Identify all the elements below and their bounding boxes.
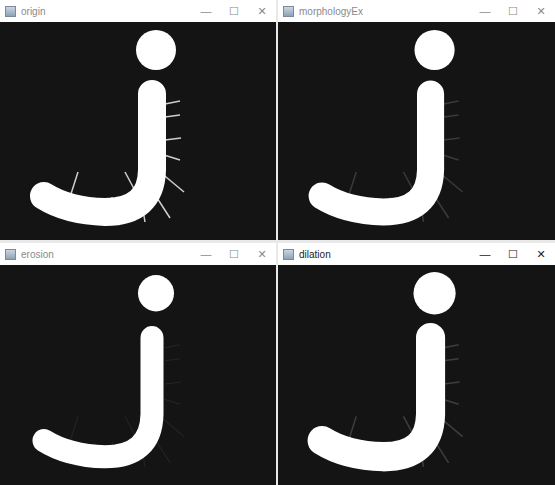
desktop: origin—☐✕morphologyEx—☐✕erosion—☐✕dilati… <box>0 0 555 485</box>
hair-line <box>164 399 180 404</box>
image-canvas <box>278 265 555 485</box>
hair-line <box>70 416 78 441</box>
window-control-button[interactable]: ☐ <box>220 243 248 265</box>
image-window[interactable]: erosion —☐✕ <box>0 243 276 485</box>
window-controls: —☐✕ <box>471 243 555 265</box>
hair-line <box>444 359 459 361</box>
window-icon <box>5 249 16 260</box>
window-control-button[interactable]: — <box>192 243 220 265</box>
image-window[interactable]: origin —☐✕ <box>0 0 276 240</box>
hair-line <box>165 382 181 384</box>
window-control-button[interactable]: ✕ <box>527 243 555 265</box>
title-bar[interactable]: morphologyEx —☐✕ <box>278 0 555 22</box>
hair-line <box>444 382 460 384</box>
hair-line <box>160 416 184 436</box>
window-icon <box>5 6 16 17</box>
window-control-button[interactable]: ☐ <box>499 243 527 265</box>
title-bar[interactable]: dilation —☐✕ <box>278 243 555 265</box>
image-window[interactable]: morphologyEx —☐✕ <box>278 0 555 240</box>
window-controls: —☐✕ <box>192 0 276 22</box>
window-control-button[interactable]: — <box>471 0 499 22</box>
window-title: erosion <box>21 249 187 260</box>
image-view <box>278 265 555 485</box>
window-title: morphologyEx <box>299 6 466 17</box>
window-control-button[interactable]: ✕ <box>248 243 276 265</box>
window-icon <box>283 6 294 17</box>
window-control-button[interactable]: ✕ <box>527 0 555 22</box>
window-control-button[interactable]: ☐ <box>220 0 248 22</box>
hair-line <box>443 155 459 160</box>
j-stroke <box>44 338 152 457</box>
title-bar[interactable]: origin —☐✕ <box>0 0 276 22</box>
image-view <box>0 265 276 485</box>
window-control-button[interactable]: ☐ <box>499 0 527 22</box>
image-canvas <box>278 22 555 240</box>
hair-line <box>444 115 459 117</box>
j-stroke <box>322 338 430 457</box>
hair-line <box>348 172 356 197</box>
window-icon <box>283 249 294 260</box>
hair-line <box>444 138 460 140</box>
hair-line <box>444 101 459 104</box>
image-view <box>0 22 276 240</box>
window-controls: —☐✕ <box>192 243 276 265</box>
hair-line <box>164 155 180 160</box>
hair-line <box>165 359 180 361</box>
hair-line <box>444 345 459 348</box>
title-bar[interactable]: erosion —☐✕ <box>0 243 276 265</box>
window-control-button[interactable]: ✕ <box>248 0 276 22</box>
image-window[interactable]: dilation —☐✕ <box>278 243 555 485</box>
j-dot <box>414 30 454 70</box>
image-view <box>278 22 555 240</box>
image-canvas <box>0 265 276 485</box>
hair-line <box>165 115 180 117</box>
j-stroke <box>44 94 152 212</box>
j-dot <box>136 30 176 70</box>
window-control-button[interactable]: — <box>192 0 220 22</box>
window-controls: —☐✕ <box>471 0 555 22</box>
hair-line <box>165 101 180 104</box>
j-stroke <box>322 94 430 212</box>
window-title: dilation <box>299 249 466 260</box>
j-dot <box>413 272 455 314</box>
image-canvas <box>0 22 276 240</box>
window-title: origin <box>21 6 187 17</box>
hair-line <box>165 345 180 348</box>
j-dot <box>138 275 174 311</box>
hair-line <box>165 138 181 140</box>
window-control-button[interactable]: — <box>471 243 499 265</box>
